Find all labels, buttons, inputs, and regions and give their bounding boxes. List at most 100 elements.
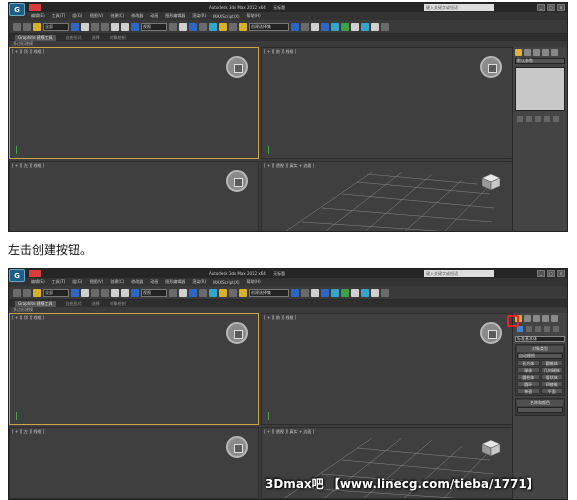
named-selection-dropdown[interactable]: 创建选择集: [249, 22, 289, 31]
display-tab-icon[interactable]: [551, 315, 558, 322]
render-icon[interactable]: [381, 288, 389, 297]
render-setup-icon[interactable]: [361, 22, 369, 31]
pivot-icon[interactable]: [169, 288, 177, 297]
rotate-icon[interactable]: [121, 288, 129, 297]
keyboard-shortcut-icon[interactable]: [189, 22, 197, 31]
geosphere-button[interactable]: 几何球体: [540, 367, 563, 373]
move-icon[interactable]: [111, 22, 119, 31]
menu-views[interactable]: 视图(V): [89, 13, 103, 19]
named-selection-dropdown[interactable]: 创建选择集: [249, 288, 289, 297]
maximize-button[interactable]: □: [547, 4, 555, 11]
move-icon[interactable]: [111, 288, 119, 297]
select-by-name-icon[interactable]: [81, 288, 89, 297]
viewport-left[interactable]: [ + ][ 左 ][ 线框 ]: [9, 161, 259, 231]
menu-tools[interactable]: 工具(T): [52, 279, 66, 285]
scale-icon[interactable]: [131, 22, 139, 31]
percent-snap-icon[interactable]: [219, 288, 227, 297]
select-by-name-icon[interactable]: [81, 22, 89, 31]
viewport-label[interactable]: [ + ][ 左 ][ 线框 ]: [12, 429, 44, 435]
render-frame-icon[interactable]: [371, 288, 379, 297]
menu-rendering[interactable]: 渲染(R): [192, 279, 206, 285]
selection-filter-dropdown[interactable]: 全部: [43, 288, 69, 297]
angle-snap-icon[interactable]: [209, 288, 217, 297]
viewport-label[interactable]: [ + ][ 前 ][ 线框 ]: [264, 49, 296, 55]
name-field[interactable]: 默认参数: [515, 58, 565, 64]
graphite-toggle-icon[interactable]: [321, 288, 329, 297]
close-button[interactable]: ×: [557, 4, 565, 11]
schematic-view-icon[interactable]: [341, 288, 349, 297]
application-button[interactable]: G: [9, 3, 25, 16]
cameras-icon[interactable]: [544, 326, 550, 332]
spinner-snap-icon[interactable]: [229, 288, 237, 297]
mirror-icon[interactable]: [291, 22, 299, 31]
menu-maxscript[interactable]: MAXScript(X): [213, 14, 239, 19]
material-editor-icon[interactable]: [351, 22, 359, 31]
object-name-field[interactable]: [517, 407, 563, 413]
link-icon[interactable]: [33, 288, 41, 297]
reference-coord-dropdown[interactable]: 视图: [141, 22, 167, 31]
torus-button[interactable]: 圆环: [517, 381, 540, 387]
viewport-label[interactable]: [ + ][ 顶 ][ 线框 ]: [12, 315, 44, 321]
redo-icon[interactable]: [23, 288, 31, 297]
viewcube-icon[interactable]: [226, 322, 248, 344]
percent-snap-icon[interactable]: [219, 22, 227, 31]
box-button[interactable]: 长方体: [517, 360, 540, 366]
select-object-icon[interactable]: [71, 288, 79, 297]
viewcube-perspective-icon[interactable]: [480, 172, 502, 192]
menu-group[interactable]: 组(G): [72, 279, 82, 285]
viewport-label[interactable]: [ + ][ 左 ][ 线框 ]: [12, 163, 44, 169]
viewport-label[interactable]: [ + ][ 前 ][ 线框 ]: [264, 315, 296, 321]
close-button[interactable]: ×: [557, 270, 565, 277]
rotate-icon[interactable]: [121, 22, 129, 31]
tab-freeform[interactable]: 自由形式: [66, 35, 82, 41]
menu-graph-editors[interactable]: 图形编辑器: [165, 279, 185, 285]
geometry-icon[interactable]: [517, 326, 523, 332]
viewcube-perspective-icon[interactable]: [480, 438, 502, 458]
menu-create[interactable]: 创建(C): [110, 279, 124, 285]
rect-region-icon[interactable]: [91, 288, 99, 297]
menu-edit[interactable]: 编辑(E): [31, 279, 45, 285]
plane-button[interactable]: 平面: [540, 388, 563, 394]
modifier-stack[interactable]: [515, 67, 565, 111]
menu-animation[interactable]: 动画: [150, 13, 158, 19]
window-crossing-icon[interactable]: [101, 288, 109, 297]
menu-animation[interactable]: 动画: [150, 279, 158, 285]
motion-tab-icon[interactable]: [542, 315, 549, 322]
angle-snap-icon[interactable]: [209, 22, 217, 31]
reference-coord-dropdown[interactable]: 视图: [141, 288, 167, 297]
selection-filter-dropdown[interactable]: 全部: [43, 22, 69, 31]
curve-editor-icon[interactable]: [331, 22, 339, 31]
menu-help[interactable]: 帮助(H): [247, 13, 261, 19]
tab-object-paint[interactable]: 对象绘制: [110, 301, 126, 307]
tube-button[interactable]: 管状体: [540, 374, 563, 380]
search-input[interactable]: 键入关键字或短语: [424, 270, 494, 277]
viewport-label[interactable]: [ + ][ 顶 ][ 线框 ]: [12, 49, 44, 55]
maximize-button[interactable]: □: [547, 270, 555, 277]
spinner-snap-icon[interactable]: [229, 22, 237, 31]
viewport-top[interactable]: [ + ][ 顶 ][ 线框 ]: [9, 47, 259, 159]
viewcube-icon[interactable]: [226, 56, 248, 78]
show-end-result-icon[interactable]: [526, 116, 532, 122]
tab-graphite-modeling[interactable]: Graphite 建模工具: [15, 300, 56, 307]
keyboard-shortcut-icon[interactable]: [189, 288, 197, 297]
menu-maxscript[interactable]: MAXScript(X): [213, 280, 239, 285]
menu-help[interactable]: 帮助(H): [247, 279, 261, 285]
motion-tab-icon[interactable]: [542, 49, 549, 56]
rollout-title[interactable]: 对象类型: [517, 346, 563, 352]
modify-tab-icon[interactable]: [524, 49, 531, 56]
viewport-front[interactable]: [ + ][ 前 ][ 线框 ]: [261, 313, 513, 425]
viewcube-icon[interactable]: [226, 436, 248, 458]
render-frame-icon[interactable]: [371, 22, 379, 31]
menu-modifiers[interactable]: 修改器: [131, 13, 143, 19]
tab-freeform[interactable]: 自由形式: [66, 301, 82, 307]
menu-create[interactable]: 创建(C): [110, 13, 124, 19]
tab-selection[interactable]: 选择: [92, 35, 100, 41]
quick-access-toolbar[interactable]: [29, 4, 41, 11]
link-icon[interactable]: [33, 22, 41, 31]
search-input[interactable]: 键入关键字或短语: [424, 4, 494, 11]
make-unique-icon[interactable]: [535, 116, 541, 122]
render-setup-icon[interactable]: [361, 288, 369, 297]
sphere-button[interactable]: 球体: [517, 367, 540, 373]
rollout-title[interactable]: 名称和颜色: [517, 400, 563, 406]
viewport-label[interactable]: [ + ][ 透视 ][ 真实 + 边面 ]: [264, 163, 314, 169]
